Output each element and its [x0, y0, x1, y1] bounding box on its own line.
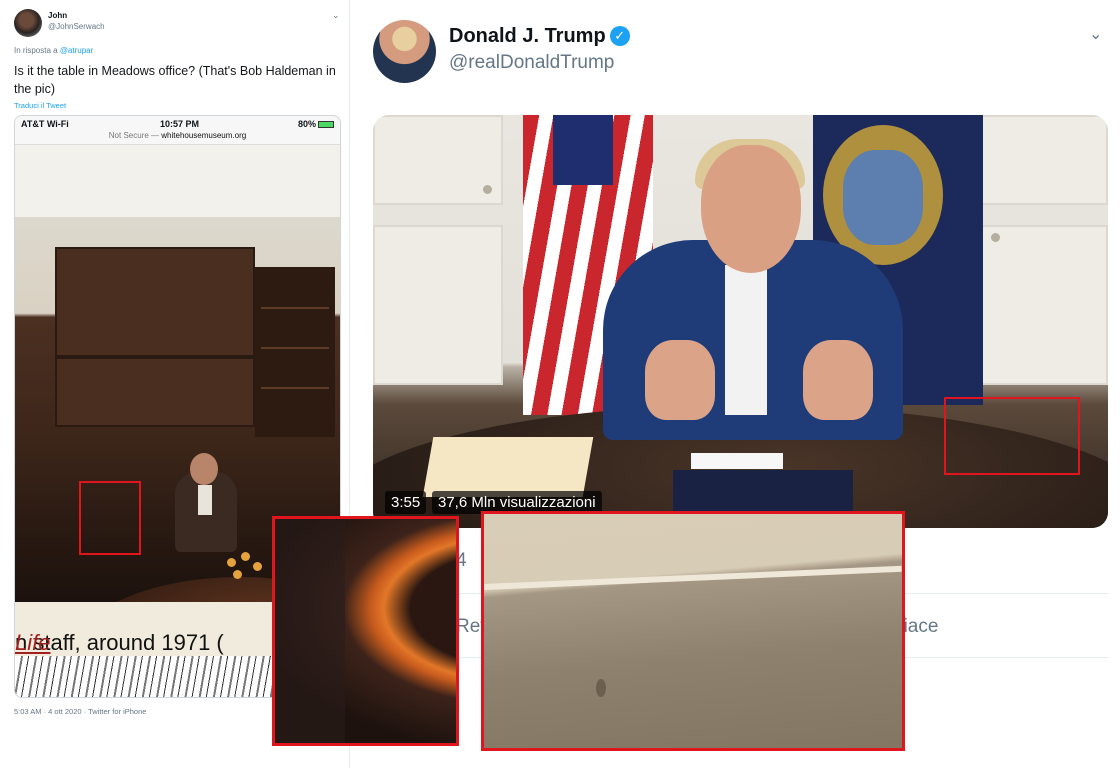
bookshelf [255, 267, 335, 437]
clock-label: 10:57 PM [160, 119, 200, 129]
url-text: whitehousemuseum.org [161, 131, 247, 140]
wood-desk [55, 357, 255, 427]
wall-panel [373, 225, 503, 385]
wall-panel [973, 225, 1108, 385]
reply-prefix: In risposta a [14, 46, 58, 55]
battery-label: 80% [297, 119, 316, 129]
speaker-shirt [725, 265, 767, 415]
reply-to-link[interactable]: @atrupar [60, 46, 93, 55]
battery-indicator: 80% [298, 119, 334, 129]
tweet-text: Is it the table in Meadows office? (That… [14, 64, 336, 96]
zoom-inset-left-table-edge [272, 516, 459, 746]
cabinet-knob [483, 185, 492, 194]
user-handle[interactable]: @realDonaldTrump [449, 52, 614, 74]
flower-vase [223, 552, 273, 592]
page-background [15, 145, 340, 217]
avatar[interactable] [373, 20, 436, 83]
paper-sheet [691, 453, 783, 469]
caption-link[interactable]: Life [15, 630, 50, 656]
wood-cabinet [55, 247, 255, 357]
verified-badge-icon: ✓ [609, 26, 630, 46]
paper-stack [422, 437, 594, 497]
battery-icon [318, 121, 334, 128]
speaker-face [701, 145, 801, 273]
display-name[interactable]: Donald J. Trump ✓ [449, 25, 630, 48]
carrier-label: AT&T Wi-Fi [21, 119, 69, 129]
address-bar: Not Secure — whitehousemuseum.org [15, 131, 340, 145]
seal-shield [843, 150, 923, 245]
avatar[interactable] [14, 9, 42, 37]
display-name-text: Donald J. Trump [449, 25, 606, 47]
user-handle[interactable]: @JohnSerwach [48, 22, 105, 31]
reply-context: In risposta a @atrupar [14, 46, 93, 55]
chevron-down-icon[interactable]: ⌄ [332, 10, 340, 21]
highlight-box-left [79, 481, 141, 555]
right-hand [803, 340, 873, 420]
cabinet-knob [991, 233, 1000, 242]
man-head [190, 453, 218, 485]
flag-canton [553, 115, 613, 185]
translate-link[interactable]: Traduci il Tweet [14, 101, 66, 110]
table-lip [484, 565, 902, 590]
chevron-down-icon[interactable]: ⌄ [1089, 24, 1102, 44]
highlight-box-right [944, 397, 1080, 475]
table-mark [596, 679, 606, 697]
left-hand [645, 340, 715, 420]
tweet-timestamp[interactable]: 5:03 AM · 4 ott 2020 · Twitter for iPhon… [14, 707, 146, 716]
wall-panel [973, 115, 1108, 205]
not-secure-label: Not Secure — [108, 131, 160, 140]
zoom-inset-right-table-edge [481, 511, 905, 751]
video-duration-badge: 3:55 [385, 491, 427, 514]
phone-status-bar: AT&T Wi-Fi 10:57 PM 80% [15, 116, 340, 132]
man-shirt [198, 485, 212, 515]
display-name[interactable]: John [48, 11, 67, 20]
